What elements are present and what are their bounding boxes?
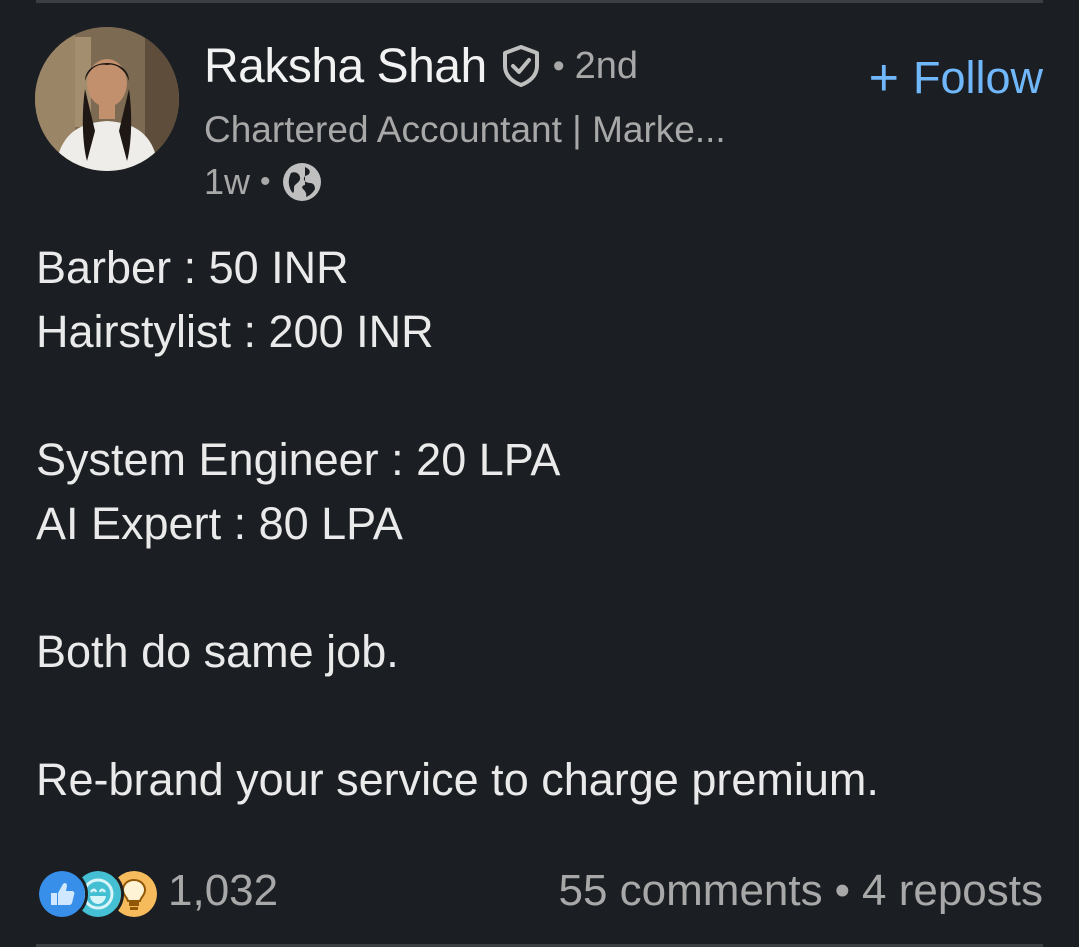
globe-icon [281,161,323,203]
engagement-stats: 55 comments • 4 reposts [559,866,1044,916]
post-header: Raksha Shah • 2nd Chartered Accountant |… [204,38,726,208]
verified-shield-icon[interactable] [501,44,541,88]
social-counts-bar: 1,032 55 comments • 4 reposts [36,860,1043,922]
post-meta: 1w • [204,156,726,208]
post-text: Barber : 50 INR Hairstylist : 200 INR Sy… [36,236,1043,812]
separator-dot: • [552,46,565,85]
reposts-count[interactable]: 4 reposts [862,866,1043,916]
post-line: Both do same job. [36,626,399,677]
avatar[interactable] [35,27,179,171]
post-line: AI Expert : 80 LPA [36,498,403,549]
post-line: Re-brand your service to charge premium. [36,754,879,805]
follow-label: Follow [912,52,1043,103]
separator-dot: • [260,165,271,198]
reaction-count: 1,032 [168,866,279,915]
author-name[interactable]: Raksha Shah [204,39,487,94]
connection-degree: 2nd [574,44,638,87]
separator-dot: • [834,866,851,915]
author-headline: Chartered Accountant | Marke... [204,109,726,150]
like-icon [36,868,88,920]
reactions-summary[interactable]: 1,032 [36,866,279,920]
comments-count[interactable]: 55 comments [559,866,823,916]
post-line: Hairstylist : 200 INR [36,306,434,357]
plus-icon: + [868,49,899,107]
reaction-icons [36,866,160,920]
post-line: Barber : 50 INR [36,242,349,293]
post-time: 1w [204,161,251,202]
follow-button[interactable]: + Follow [869,50,1043,106]
post-line: System Engineer : 20 LPA [36,434,561,485]
profile-photo [35,27,179,171]
name-row: Raksha Shah • 2nd [204,38,726,94]
top-divider [36,0,1043,3]
